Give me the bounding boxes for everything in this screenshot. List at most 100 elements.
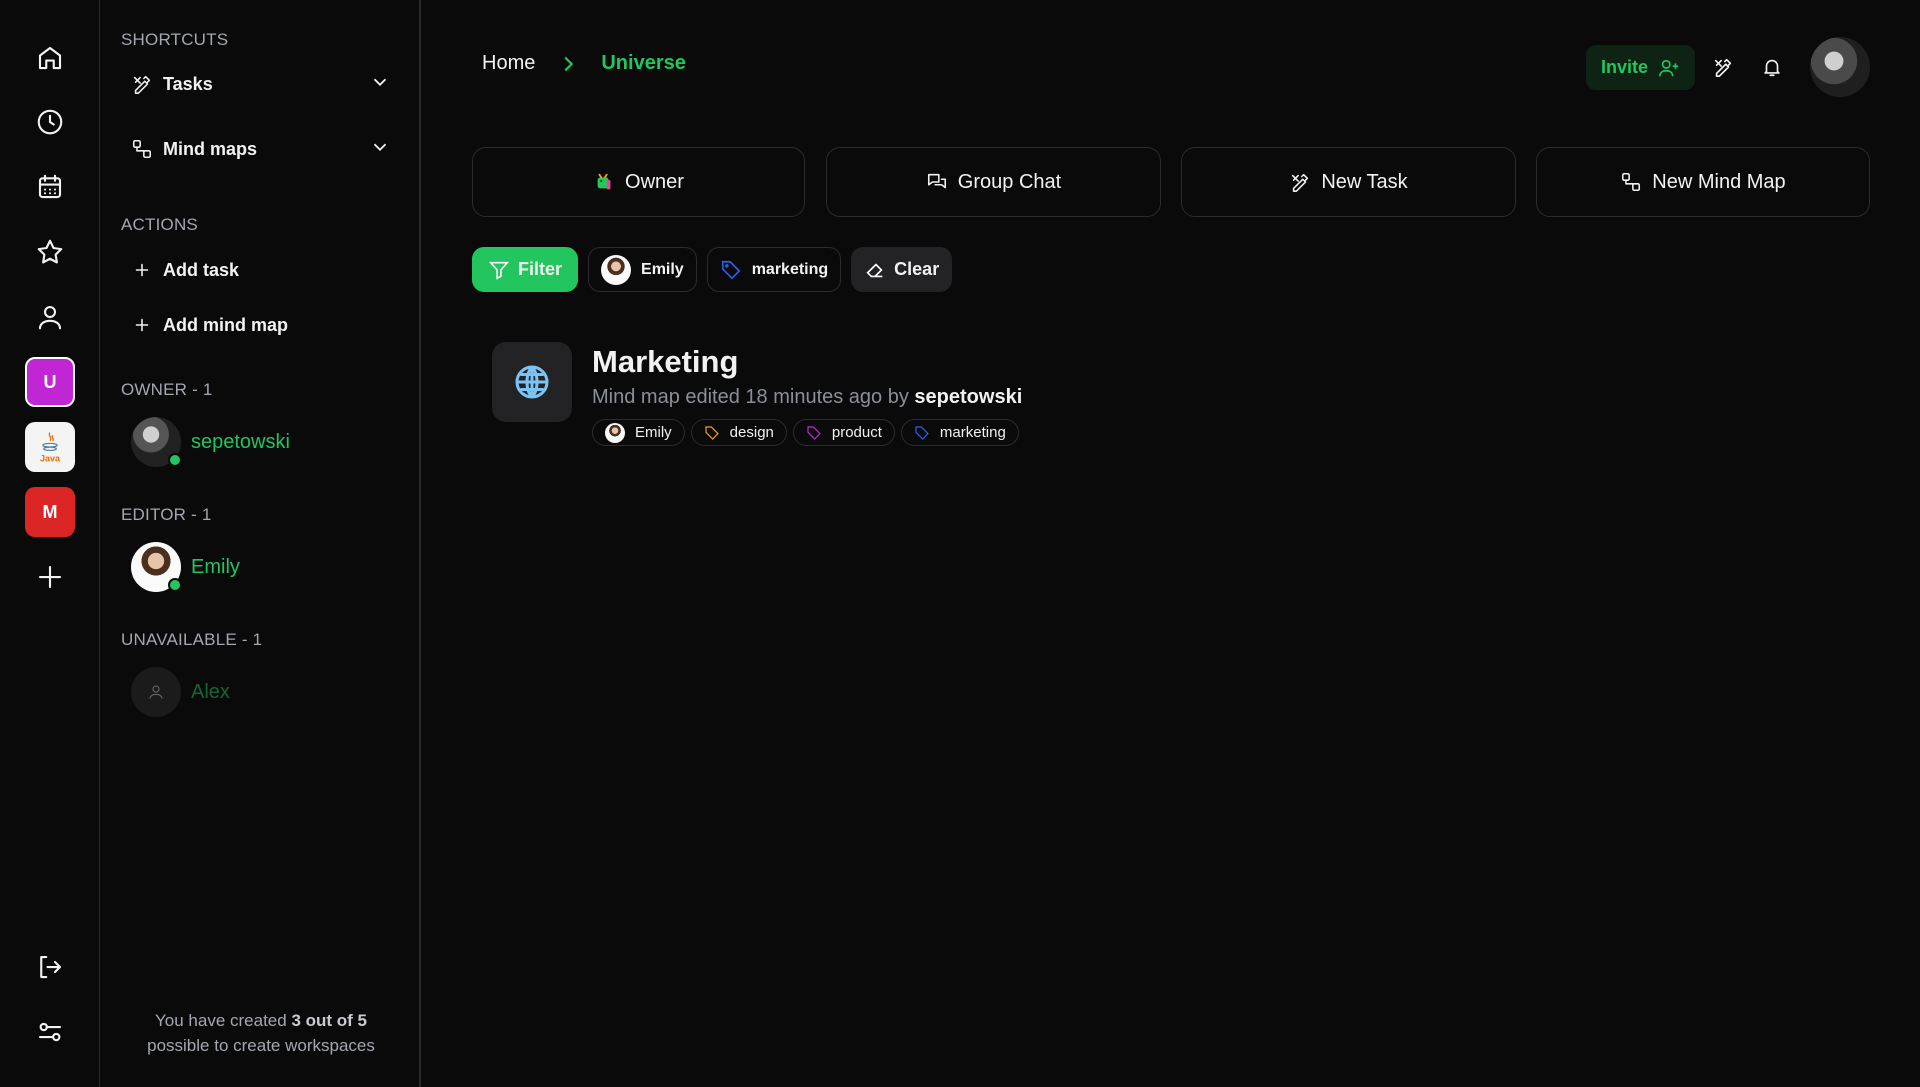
filter-icon (488, 261, 510, 280)
tasks-header-button[interactable] (1708, 52, 1738, 82)
add-mind-map-button[interactable]: Add mind map (131, 308, 391, 342)
tag-chip-marketing[interactable]: marketing (900, 419, 1019, 446)
star-icon (37, 239, 63, 264)
add-workspace-button[interactable] (25, 552, 75, 602)
shortcut-label: Tasks (163, 73, 213, 94)
item-icon-tile (492, 342, 572, 422)
svg-text:Java: Java (40, 453, 61, 463)
group-label-unavailable: UNAVAILABLE - 1 (121, 630, 263, 649)
chevron-right-icon (564, 56, 574, 71)
clock-icon (37, 109, 63, 135)
breadcrumb: Home Universe (482, 52, 686, 75)
workspace-u[interactable]: U (25, 357, 75, 407)
eraser-icon (866, 262, 883, 277)
member-alex[interactable]: Alex (131, 667, 230, 717)
mindmap-icon (1622, 172, 1641, 192)
item-meta: Mind map edited 18 minutes ago by sepeto… (592, 386, 1023, 408)
starred-button[interactable] (25, 227, 75, 277)
workspace-java[interactable]: Java (25, 422, 75, 472)
filter-bar: Filter Emily marketing Clear (472, 247, 953, 292)
user-avatar-menu[interactable] (1810, 37, 1870, 97)
quota-count: 3 out of 5 (291, 1011, 367, 1030)
item-editor: sepetowski (914, 386, 1023, 408)
avatar (131, 417, 182, 467)
chevron-down-icon[interactable] (369, 71, 391, 98)
online-indicator (168, 453, 182, 467)
add-task-button[interactable]: Add task (131, 253, 391, 287)
notifications-button[interactable] (1757, 52, 1787, 82)
avatar (131, 542, 182, 592)
member-sepetowski[interactable]: sepetowski (131, 417, 290, 467)
new-mind-map-card[interactable]: New Mind Map (1536, 147, 1870, 217)
tag-icon (721, 260, 741, 279)
online-indicator (168, 578, 182, 592)
breadcrumb-current: Universe (601, 52, 686, 74)
tag-icon (915, 425, 929, 440)
group-label-owner: OWNER - 1 (121, 380, 213, 399)
shortcuts-label: SHORTCUTS (121, 30, 229, 49)
icon-rail: U Java M (0, 0, 100, 1087)
group-label-editor: EDITOR - 1 (121, 505, 212, 524)
task-icon (1292, 173, 1309, 192)
java-logo-icon: Java (40, 432, 61, 463)
shortcut-mind-maps[interactable]: Mind maps (131, 132, 391, 166)
workspace-quota: You have created 3 out of 5 possible to … (147, 1011, 375, 1055)
bell-icon (1764, 59, 1780, 77)
invite-button[interactable]: Invite (1586, 45, 1695, 90)
member-emily[interactable]: Emily (131, 542, 240, 592)
assignee-chip[interactable]: Emily (592, 419, 685, 446)
user-icon (38, 305, 62, 330)
workspace-m[interactable]: M (25, 487, 75, 537)
sidebar: SHORTCUTS Tasks Mind maps ACTIONS Add ta… (101, 0, 421, 1087)
shortcut-label: Mind maps (163, 138, 258, 159)
item-tags: Emily design product marketing (592, 419, 1022, 446)
workspace-label: U (43, 371, 57, 392)
member-name: Emily (191, 555, 240, 578)
avatar (605, 422, 625, 443)
user-placeholder-icon (149, 685, 163, 699)
clear-filters-button[interactable]: Clear (851, 247, 953, 292)
home-icon (38, 46, 62, 70)
settings-button[interactable] (25, 1007, 75, 1057)
home-button[interactable] (25, 33, 75, 83)
task-icon (133, 75, 151, 94)
chevron-down-icon[interactable] (369, 136, 391, 163)
settings-sliders-icon (38, 1022, 62, 1042)
globe-icon (515, 365, 549, 399)
mindmap-icon (132, 139, 152, 159)
avatar (601, 254, 632, 285)
member-name: Alex (191, 680, 230, 703)
tag-chip-design[interactable]: design (690, 419, 787, 446)
plus-icon (135, 318, 149, 332)
owner-card[interactable]: Owner (472, 147, 805, 217)
plus-icon (135, 263, 149, 277)
profile-button[interactable] (25, 292, 75, 342)
actions-label: ACTIONS (121, 215, 198, 234)
group-chat-card[interactable]: Group Chat (826, 147, 1161, 217)
avatar (131, 667, 181, 717)
tag-icon (807, 425, 821, 440)
action-label: Add mind map (163, 314, 288, 335)
logout-icon (40, 955, 62, 979)
shortcut-tasks[interactable]: Tasks (131, 67, 391, 101)
breadcrumb-home[interactable]: Home (482, 52, 535, 75)
tag-icon (705, 425, 719, 440)
logout-button[interactable] (25, 942, 75, 992)
action-label: Add task (163, 259, 240, 280)
recent-button[interactable] (25, 97, 75, 147)
item-title: Marketing (592, 344, 739, 379)
calendar-button[interactable] (25, 162, 75, 212)
plus-icon (38, 565, 62, 589)
calendar-icon (38, 174, 62, 199)
member-name: sepetowski (191, 430, 290, 453)
tag-chip-product[interactable]: product (792, 419, 895, 446)
task-icon (1714, 58, 1732, 77)
new-task-card[interactable]: New Task (1181, 147, 1516, 217)
workspace-label: M (42, 501, 58, 522)
dragon-emoji-icon (597, 173, 611, 190)
result-item[interactable]: Marketing Mind map edited 18 minutes ago… (492, 342, 1022, 446)
filter-button[interactable]: Filter (472, 247, 579, 292)
filter-chip-user[interactable]: Emily (588, 247, 697, 292)
user-plus-icon (1659, 59, 1679, 76)
filter-chip-tag[interactable]: marketing (706, 247, 842, 292)
